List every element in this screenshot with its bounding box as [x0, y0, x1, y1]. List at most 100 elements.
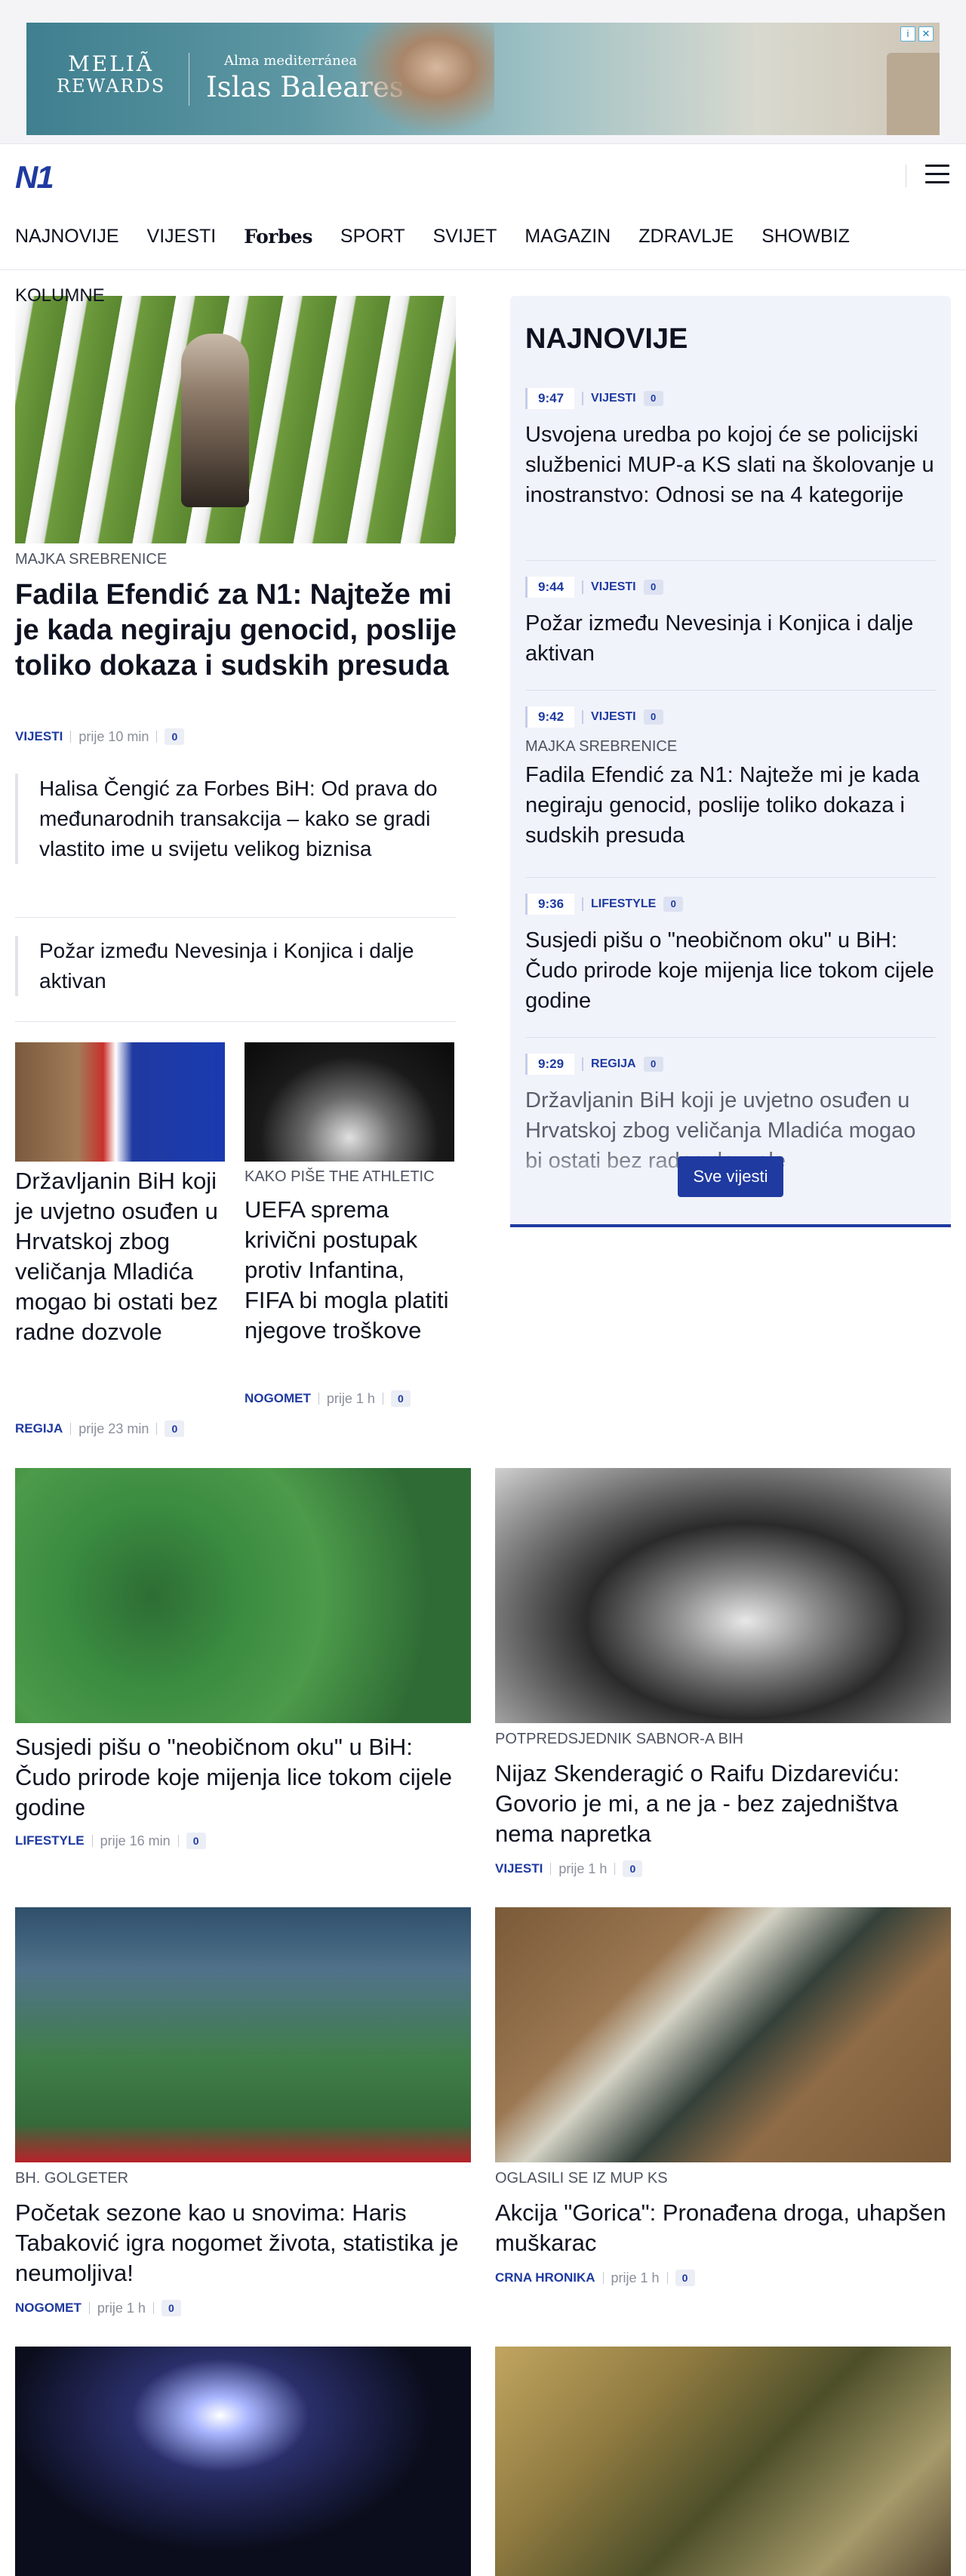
related-link-1[interactable]: Halisa Čengić za Forbes BiH: Od prava do…: [15, 774, 456, 864]
card-category[interactable]: REGIJA: [15, 1421, 63, 1436]
sidebar-item-category[interactable]: LIFESTYLE: [582, 897, 656, 911]
grid-kicker: POTPREDSJEDNIK SABNOR-A BIH: [495, 1731, 743, 1747]
comment-count-icon[interactable]: 0: [390, 1390, 411, 1407]
hero-title[interactable]: Fadila Efendić za N1: Najteže mi je kada…: [15, 577, 460, 684]
comment-count-icon[interactable]: 0: [675, 2270, 695, 2286]
divider: [15, 1021, 456, 1022]
article-image-flags[interactable]: [15, 1042, 225, 1162]
article-image-police[interactable]: [15, 2347, 471, 2576]
ad-banner[interactable]: MELIÃ REWARDS Alma mediterránea Islas Ba…: [26, 23, 940, 135]
nav-item-svijet[interactable]: SVIJET: [433, 226, 497, 248]
comment-count-icon[interactable]: 0: [643, 391, 663, 406]
sidebar-item-title[interactable]: Požar između Nevesinja i Konjica i dalje…: [525, 608, 936, 669]
divider: [15, 917, 456, 918]
sidebar-item[interactable]: 9:47 VIJESTI 0 Usvojena uredba po kojoj …: [525, 388, 936, 510]
divider: [525, 560, 936, 561]
comment-count-icon[interactable]: 0: [186, 1833, 206, 1849]
sidebar-item-category[interactable]: REGIJA: [582, 1057, 636, 1071]
nav-item-vijesti[interactable]: VIJESTI: [147, 226, 217, 248]
nav-item-zdravlje[interactable]: ZDRAVLJE: [638, 226, 734, 248]
grid-category[interactable]: VIJESTI: [495, 1861, 543, 1876]
sidebar-item-time: 9:47: [525, 388, 575, 409]
section-label: KOLUMNE: [15, 285, 105, 306]
ad-info-icon[interactable]: i: [900, 26, 915, 42]
sidebar-item-title[interactable]: Susjedi pišu o "neobičnom oku" u BiH: Ču…: [525, 925, 936, 1016]
hero-time: prije 10 min: [78, 728, 149, 744]
article-image-money[interactable]: [495, 1907, 951, 2162]
hamburger-icon[interactable]: [925, 165, 949, 184]
nav-item-najnovije[interactable]: NAJNOVIJE: [15, 226, 119, 248]
sidebar-item[interactable]: 9:36 LIFESTYLE 0 Susjedi pišu o "neobičn…: [525, 894, 936, 1016]
comment-count-icon[interactable]: 0: [643, 709, 663, 725]
comment-count-icon[interactable]: 0: [161, 2300, 181, 2316]
card-title[interactable]: UEFA sprema krivični postupak protiv Inf…: [245, 1195, 456, 1346]
article-image-forest[interactable]: [15, 1468, 471, 1723]
related-link-2[interactable]: Požar između Nevesinja i Konjica i dalje…: [15, 936, 456, 996]
sidebar-item[interactable]: 9:44 VIJESTI 0 Požar između Nevesinja i …: [525, 577, 936, 669]
grid-kicker: BH. GOLGETER: [15, 2170, 129, 2187]
card-time: prije 23 min: [78, 1420, 149, 1436]
latest-news-sidebar: NAJNOVIJE 9:47 VIJESTI 0 Usvojena uredba…: [510, 296, 951, 1227]
hero-kicker: MAJKA SREBRENICE: [15, 551, 168, 568]
comment-count-icon[interactable]: 0: [663, 897, 684, 912]
card-time: prije 1 h: [326, 1390, 375, 1406]
comment-count-icon[interactable]: 0: [643, 580, 663, 595]
ad-photo: [351, 23, 494, 135]
article-image-soccer[interactable]: [15, 1907, 471, 2162]
grid-category[interactable]: NOGOMET: [15, 2301, 82, 2316]
ad-brand-line1: MELIÃ: [68, 51, 155, 76]
grid-category[interactable]: CRNA HRONIKA: [495, 2270, 595, 2285]
nav-item-forbes[interactable]: Forbes: [244, 226, 312, 248]
article-image-portrait[interactable]: [495, 1468, 951, 1723]
grid-title[interactable]: Akcija "Gorica": Pronađena droga, uhapše…: [495, 2198, 951, 2258]
sidebar-item-time: 9:42: [525, 706, 575, 728]
grid-title[interactable]: Nijaz Skenderagić o Raifu Dizdareviću: G…: [495, 1759, 951, 1849]
card-meta: NOGOMET prije 1 h 0: [245, 1390, 411, 1407]
nav-item-sport[interactable]: SPORT: [340, 226, 405, 248]
grid-time: prije 1 h: [558, 1860, 608, 1876]
grid-title[interactable]: Početak sezone kao u snovima: Haris Taba…: [15, 2198, 471, 2288]
ad-tagline: Alma mediterránea: [224, 53, 358, 69]
comment-count-icon[interactable]: 0: [165, 1420, 185, 1437]
hero-image[interactable]: [15, 296, 456, 543]
n1-logo[interactable]: N1: [15, 159, 54, 195]
sidebar-item-time: 9:29: [525, 1054, 575, 1075]
hero-category[interactable]: VIJESTI: [15, 729, 63, 744]
comment-count-icon[interactable]: 0: [643, 1057, 663, 1072]
hero-image-figure: [181, 334, 249, 507]
ad-close-icon[interactable]: ✕: [918, 26, 934, 42]
grid-time: prije 1 h: [611, 2270, 660, 2285]
grid-title[interactable]: Susjedi pišu o "neobičnom oku" u BiH: Ču…: [15, 1732, 471, 1823]
sidebar-item-title[interactable]: Fadila Efendić za N1: Najteže mi je kada…: [525, 760, 936, 851]
sidebar-item-kicker: MAJKA SREBRENICE: [525, 738, 678, 755]
divider: [525, 877, 936, 878]
grid-meta: CRNA HRONIKA prije 1 h 0: [495, 2270, 695, 2286]
grid-time: prije 16 min: [100, 1833, 171, 1848]
nav-item-showbiz[interactable]: SHOWBIZ: [761, 226, 850, 248]
all-news-button[interactable]: Sve vijesti: [678, 1156, 783, 1197]
grid-meta: NOGOMET prije 1 h 0: [15, 2300, 181, 2316]
sidebar-item[interactable]: 9:42 VIJESTI 0 MAJKA SREBRENICE Fadila E…: [525, 706, 936, 851]
grid-meta: VIJESTI prije 1 h 0: [495, 1860, 643, 1877]
sidebar-item-title[interactable]: Usvojena uredba po kojoj će se policijsk…: [525, 420, 936, 510]
grid-meta: LIFESTYLE prije 16 min 0: [15, 1833, 206, 1849]
nav-item-magazin[interactable]: MAGAZIN: [525, 226, 611, 248]
sidebar-item-time: 9:36: [525, 894, 575, 915]
sidebar-item-category[interactable]: VIJESTI: [582, 392, 636, 405]
sidebar-item-time: 9:44: [525, 577, 575, 598]
grid-kicker: OGLASILI SE IZ MUP KS: [495, 2170, 668, 2187]
card-category[interactable]: NOGOMET: [245, 1391, 311, 1406]
sidebar-title: NAJNOVIJE: [525, 323, 688, 355]
ad-brand-logo: MELIÃ REWARDS: [57, 51, 166, 97]
card-kicker: KAKO PIŠE THE ATHLETIC: [245, 1168, 435, 1185]
sidebar-item-category[interactable]: VIJESTI: [582, 580, 636, 594]
card-title[interactable]: Državljanin BiH koji je uvjetno osuđen u…: [15, 1166, 226, 1347]
ad-brand-line2: REWARDS: [57, 75, 166, 97]
sidebar-item-category[interactable]: VIJESTI: [582, 710, 636, 724]
comment-count-icon[interactable]: 0: [623, 1860, 643, 1877]
grid-category[interactable]: LIFESTYLE: [15, 1833, 85, 1848]
article-image-fifa[interactable]: [245, 1042, 454, 1162]
article-image-park[interactable]: [495, 2347, 951, 2576]
comment-count-icon[interactable]: 0: [165, 728, 185, 745]
card-meta: REGIJA prije 23 min 0: [15, 1420, 185, 1437]
